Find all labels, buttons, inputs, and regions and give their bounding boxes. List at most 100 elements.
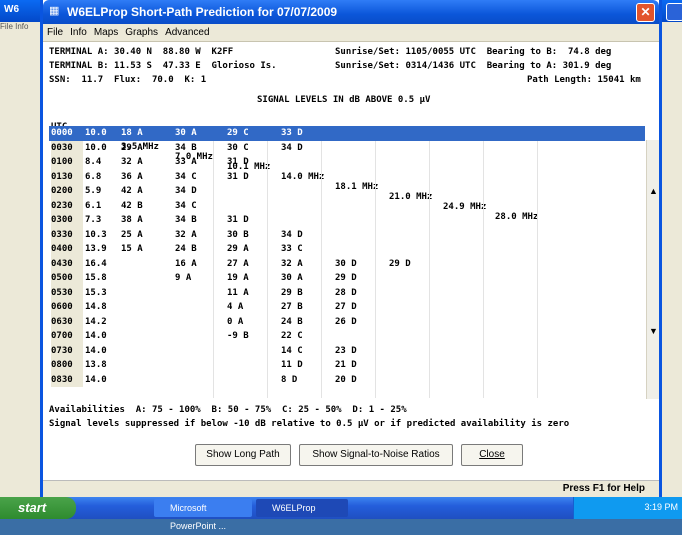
- table-cell: 31 D: [227, 157, 249, 167]
- menu-maps[interactable]: Maps: [90, 24, 121, 38]
- table-cell: 0300: [51, 213, 83, 228]
- table-row[interactable]: 0530 15.3 11 A 29 B 28 D: [49, 285, 645, 300]
- ssn-line: SSN: 11.7 Flux: 70.0 K: 1: [49, 75, 207, 85]
- table-cell: 33 A: [175, 157, 197, 167]
- table-row[interactable]: 0300 7.3 38 A 34 B 31 D: [49, 213, 645, 228]
- taskbar-powerpoint[interactable]: Microsoft PowerPoint ...: [154, 499, 252, 531]
- scrollbar[interactable]: ▲ ▼: [646, 140, 659, 399]
- table-cell: 14.8: [85, 302, 107, 312]
- table-cell: 34 C: [175, 171, 197, 182]
- table-row[interactable]: 0330 10.3 25 A 32 A 30 B 34 D: [49, 227, 645, 242]
- start-label: start: [18, 500, 47, 515]
- background-close-icon[interactable]: [666, 3, 682, 21]
- table-row[interactable]: 0230 6.1 42 B 34 C: [49, 198, 645, 213]
- table-cell: 34 D: [281, 142, 303, 153]
- window-title: W6ELProp Short-Path Prediction for 07/07…: [67, 5, 338, 19]
- table-cell: 0830: [51, 372, 83, 387]
- table-cell: 0700: [51, 329, 83, 344]
- table-cell: 42 B: [121, 200, 143, 211]
- table-cell: 29 D: [389, 258, 411, 269]
- table-cell: 31 D: [227, 171, 249, 182]
- table-row[interactable]: 0800 13.8 11 D 21 D: [49, 358, 645, 373]
- background-menu: File Info: [0, 22, 29, 31]
- menu-advanced[interactable]: Advanced: [161, 24, 212, 38]
- table-cell: 10.0: [85, 142, 107, 153]
- table-row[interactable]: 0500 15.8 9 A 19 A 30 A 29 D: [49, 271, 645, 286]
- table-row[interactable]: 0030 10.0 29 A 34 B 30 C 34 D: [49, 140, 645, 155]
- table-cell: 23 D: [335, 345, 357, 356]
- table-cell: 32 A: [121, 157, 143, 167]
- table-row[interactable]: 0000 10.0 18 A 30 A 29 C 33 D: [49, 126, 645, 141]
- menu-bar: File Info Maps Graphs Advanced: [43, 24, 659, 42]
- table-cell: 14.0: [85, 331, 107, 341]
- table-cell: 0500: [51, 271, 83, 286]
- table-cell: 32 A: [281, 258, 303, 269]
- table-cell: 15 A: [121, 244, 143, 254]
- table-cell: 13.8: [85, 360, 107, 370]
- signal-table[interactable]: 0000 10.0 18 A 30 A 29 C 33 D 0030 10.0 29 A 34 B…: [49, 126, 645, 387]
- table-row[interactable]: 0730 14.0 14 C 23 D: [49, 343, 645, 358]
- table-cell: 30 A: [175, 128, 197, 138]
- table-cell: 28 D: [335, 287, 357, 298]
- scroll-down-icon[interactable]: ▼: [649, 326, 658, 336]
- scroll-up-icon[interactable]: ▲: [649, 186, 658, 196]
- table-row[interactable]: 0200 5.9 42 A 34 D: [49, 184, 645, 199]
- show-snr-button[interactable]: Show Signal-to-Noise Ratios: [299, 444, 453, 466]
- table-cell: 16.4: [85, 258, 107, 269]
- table-cell: 30 C: [227, 142, 249, 153]
- table-row[interactable]: 0100 8.4 32 A 33 A 31 D: [49, 155, 645, 170]
- table-row[interactable]: 0830 14.0 8 D 20 D: [49, 372, 645, 387]
- table-cell: 0030: [51, 140, 83, 155]
- table-cell: 33 C: [281, 244, 303, 254]
- system-tray: 3:19 PM: [573, 497, 682, 519]
- table-cell: 30 D: [335, 258, 357, 269]
- signal-title: SIGNAL LEVELS IN dB ABOVE 0.5 µV: [257, 95, 431, 105]
- table-cell: 10.0: [85, 128, 107, 138]
- table-row[interactable]: 0130 6.8 36 A 34 C 31 D: [49, 169, 645, 184]
- close-button[interactable]: Close: [461, 444, 523, 466]
- table-row[interactable]: 0630 14.2 0 A 24 B 26 D: [49, 314, 645, 329]
- start-button[interactable]: start: [0, 497, 76, 519]
- table-cell: 14 C: [281, 345, 303, 356]
- table-row[interactable]: 0600 14.8 4 A 27 B 27 D: [49, 300, 645, 315]
- table-cell: 30 B: [227, 229, 249, 240]
- table-cell: 8 D: [281, 374, 298, 385]
- table-cell: 9 A: [175, 273, 192, 283]
- menu-graphs[interactable]: Graphs: [121, 24, 161, 38]
- terminal-a-sun: Sunrise/Set: 1105/0055 UTC Bearing to B:…: [335, 47, 612, 57]
- table-cell: 15.8: [85, 273, 107, 283]
- menu-file[interactable]: File: [43, 24, 66, 38]
- table-cell: 0800: [51, 358, 83, 373]
- table-cell: 24 B: [281, 316, 303, 327]
- taskbar: start Microsoft PowerPoint ... W6ELProp …: [0, 497, 682, 531]
- table-cell: 26 D: [335, 316, 357, 327]
- table-cell: 0200: [51, 184, 83, 199]
- table-cell: 34 D: [281, 229, 303, 240]
- table-cell: 31 D: [227, 215, 249, 225]
- close-icon[interactable]: ✕: [636, 3, 655, 22]
- table-row[interactable]: 0700 14.0 -9 B 22 C: [49, 329, 645, 344]
- table-row[interactable]: 0400 13.9 15 A 24 B 29 A 33 C: [49, 242, 645, 257]
- table-cell: 29 C: [227, 128, 249, 138]
- table-cell: 0330: [51, 227, 83, 242]
- menu-info[interactable]: Info: [66, 24, 90, 38]
- table-cell: 0600: [51, 300, 83, 315]
- table-row[interactable]: 0430 16.4 16 A 27 A 32 A 30 D 29 D: [49, 256, 645, 271]
- terminal-b-sun: Sunrise/Set: 0314/1436 UTC Bearing to A:…: [335, 61, 612, 71]
- table-cell: 0400: [51, 242, 83, 257]
- table-cell: 0000: [51, 126, 83, 141]
- table-cell: 29 D: [335, 273, 357, 283]
- table-cell: 14.0: [85, 345, 107, 356]
- table-cell: 29 B: [281, 287, 303, 298]
- status-bar: Press F1 for Help: [43, 480, 659, 498]
- status-help: Press F1 for Help: [562, 483, 645, 494]
- table-cell: 7.3: [85, 215, 102, 225]
- table-cell: 27 B: [281, 302, 303, 312]
- show-long-path-button[interactable]: Show Long Path: [195, 444, 291, 466]
- table-cell: 29 A: [227, 244, 249, 254]
- table-cell: 27 A: [227, 258, 249, 269]
- table-cell: 21 D: [335, 360, 357, 370]
- table-cell: 10.3: [85, 229, 107, 240]
- taskbar-w6elprop[interactable]: W6ELProp: [256, 499, 348, 517]
- table-cell: 0100: [51, 155, 83, 170]
